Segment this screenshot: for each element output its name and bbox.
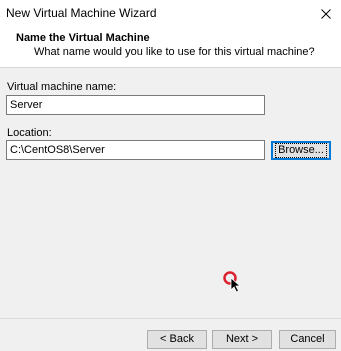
close-icon bbox=[321, 8, 331, 19]
page-subtitle: What name would you like to use for this… bbox=[34, 46, 315, 58]
page-title: Name the Virtual Machine bbox=[16, 32, 150, 44]
wizard-header: Name the Virtual Machine What name would… bbox=[0, 27, 341, 68]
next-button[interactable]: Next > bbox=[212, 330, 272, 349]
close-button[interactable] bbox=[311, 0, 341, 27]
browse-button[interactable]: Browse... bbox=[271, 141, 331, 160]
vm-name-input[interactable]: Server bbox=[6, 95, 265, 115]
location-label: Location: bbox=[7, 127, 52, 139]
cancel-button[interactable]: Cancel bbox=[279, 330, 336, 349]
window-title: New Virtual Machine Wizard bbox=[6, 6, 157, 20]
browse-button-label: Browse... bbox=[275, 143, 327, 158]
wizard-window: New Virtual Machine Wizard Name the Virt… bbox=[0, 0, 341, 351]
location-input[interactable]: C:\CentOS8\Server bbox=[6, 140, 265, 160]
mouse-cursor bbox=[222, 269, 246, 295]
vm-name-label: Virtual machine name: bbox=[7, 81, 117, 93]
back-button[interactable]: < Back bbox=[147, 330, 207, 349]
title-bar: New Virtual Machine Wizard bbox=[0, 0, 341, 27]
